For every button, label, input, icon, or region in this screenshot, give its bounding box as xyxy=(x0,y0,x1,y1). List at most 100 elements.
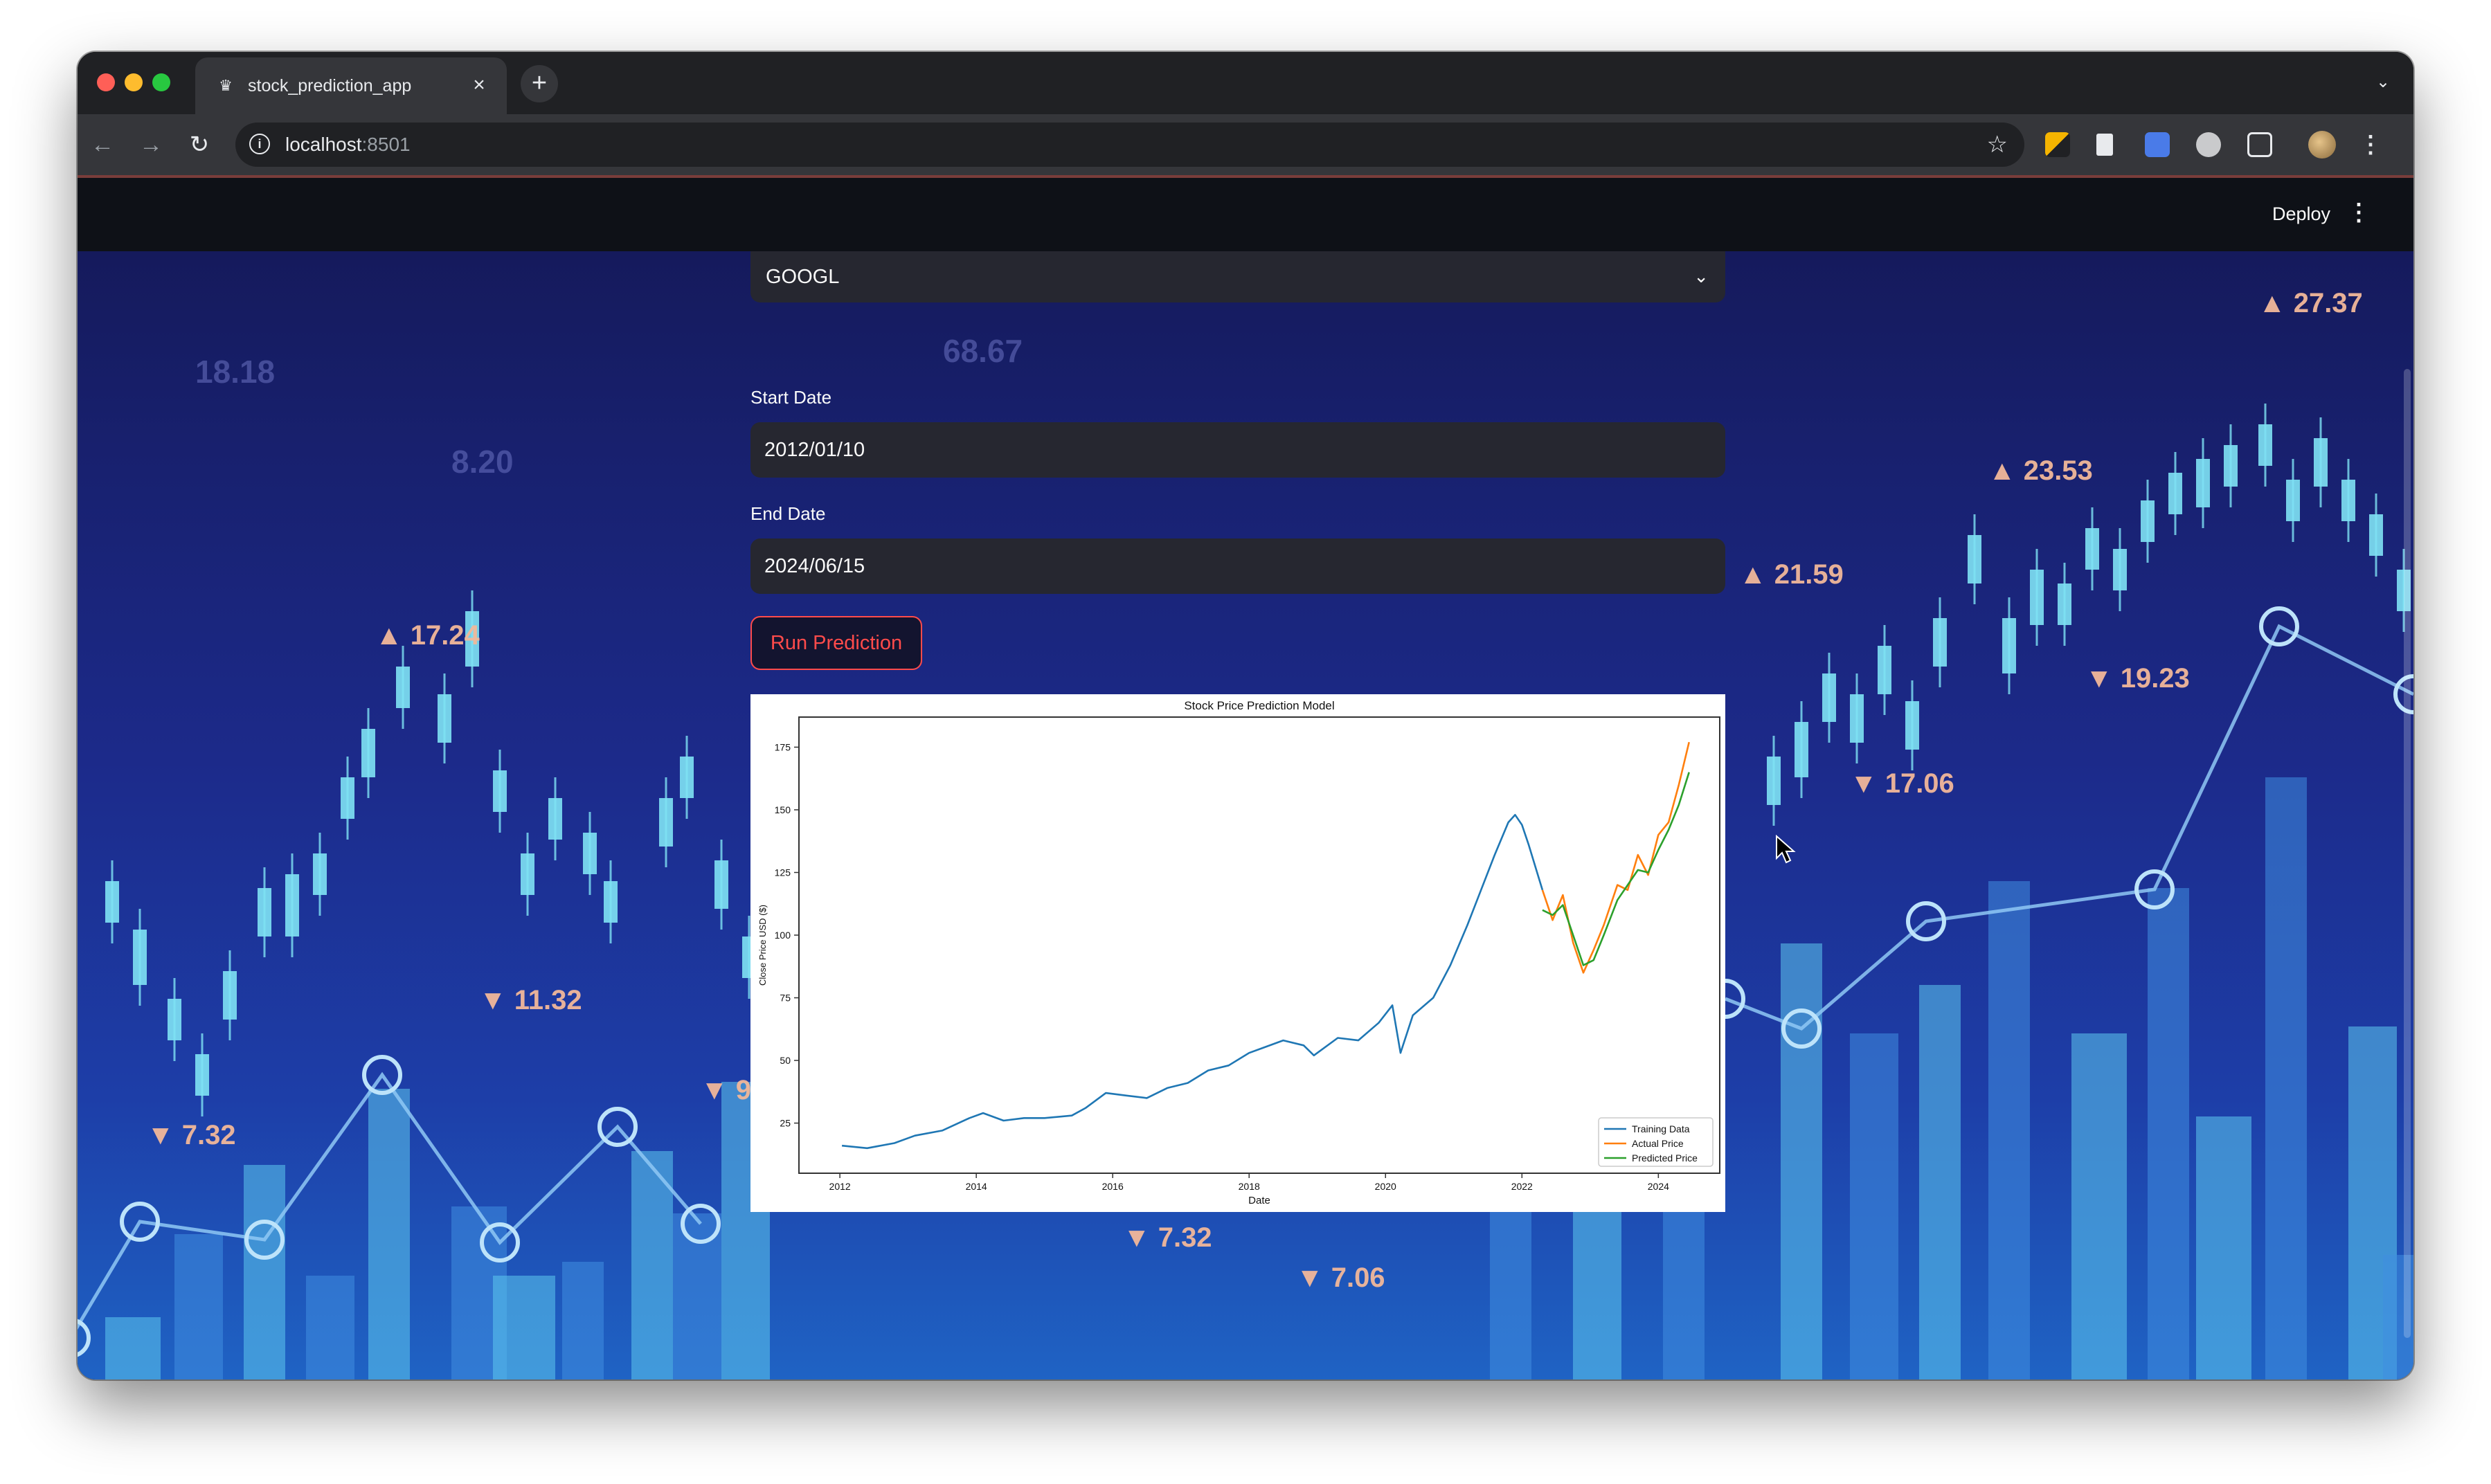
candlestick-body xyxy=(1933,618,1947,667)
candlestick-body xyxy=(1878,646,1891,694)
chart-plot-area xyxy=(798,716,1720,1174)
back-arrow-icon[interactable]: ← xyxy=(83,125,122,164)
reload-icon[interactable]: ↻ xyxy=(180,125,219,164)
forward-arrow-icon[interactable]: → xyxy=(132,125,170,164)
background-price-label: ▲ 27.37 xyxy=(2258,288,2363,318)
candlestick-body xyxy=(168,999,181,1040)
background-price-label: ▼ 9 xyxy=(701,1075,751,1105)
background-price-label: ▼ 7.32 xyxy=(147,1120,236,1150)
background-price-label: 18.18 xyxy=(195,354,275,390)
start-date-input[interactable]: 2012/01/10 xyxy=(750,422,1725,478)
candlestick-body xyxy=(2030,570,2044,625)
candlestick-body xyxy=(1850,694,1864,743)
candlestick-body xyxy=(313,853,327,895)
extension-1-icon[interactable] xyxy=(2045,132,2070,157)
chart-y-tick-label: 125 xyxy=(775,867,791,878)
candlestick-body xyxy=(714,860,728,909)
candlestick-body xyxy=(195,1054,209,1096)
tab-strip: ♛ stock_prediction_app × + ⌄ xyxy=(78,52,2413,114)
chart-legend-label: Actual Price xyxy=(1632,1138,1684,1149)
background-bar xyxy=(2071,1033,2127,1379)
app-main: 68.6718.1868.675.908.20▲ 17.24▼ 11.32▼ 7… xyxy=(78,251,2413,1379)
candlestick-body xyxy=(341,777,354,819)
new-tab-button[interactable]: + xyxy=(521,65,558,102)
candlestick-body xyxy=(438,694,451,743)
candlestick-body xyxy=(1905,701,1919,750)
chart-x-tick-label: 2022 xyxy=(1511,1181,1533,1192)
background-price-label: ▼ 19.23 xyxy=(2085,663,2190,694)
browser-menu-icon[interactable]: ⋮ xyxy=(2358,132,2383,157)
background-bar xyxy=(562,1262,604,1379)
app-header: Deploy ⋮ xyxy=(78,175,2413,254)
run-prediction-button[interactable]: Run Prediction xyxy=(750,616,922,670)
chart-x-axis-label: Date xyxy=(1248,1195,1270,1206)
candlestick-body xyxy=(1968,535,1981,583)
candlestick-body xyxy=(2141,500,2155,542)
candlestick-body xyxy=(133,930,147,985)
candlestick-body xyxy=(361,729,375,777)
chart-x-tick-label: 2024 xyxy=(1648,1181,1669,1192)
app-menu-icon[interactable]: ⋮ xyxy=(2347,199,2371,226)
extension-document-icon[interactable] xyxy=(2096,134,2113,156)
background-bar xyxy=(1919,985,1961,1379)
candlestick-body xyxy=(1767,757,1781,805)
url-text[interactable]: localhost:8501 xyxy=(285,132,411,157)
background-bar xyxy=(493,1276,555,1379)
chart-y-tick-label: 75 xyxy=(780,993,791,1004)
address-bar[interactable]: i localhost:8501 ☆ xyxy=(235,123,2024,167)
background-price-label: ▲ 17.24 xyxy=(375,620,480,651)
ticker-select[interactable]: GOOGL ⌄ xyxy=(750,251,1725,302)
background-price-label: ▼ 7.32 xyxy=(1123,1222,1212,1253)
chart-x-tick-label: 2020 xyxy=(1375,1181,1396,1192)
scrollbar[interactable] xyxy=(2404,369,2411,1338)
candlestick-body xyxy=(2224,445,2238,487)
chart-legend-label: Training Data xyxy=(1632,1123,1690,1134)
deploy-button[interactable]: Deploy xyxy=(2272,200,2330,228)
translate-extension-icon[interactable] xyxy=(2145,132,2170,157)
candlestick-body xyxy=(2168,473,2182,514)
prediction-chart-container: Stock Price Prediction Model Date Close Pr… xyxy=(750,694,1725,1212)
chart-x-tick-label: 2014 xyxy=(966,1181,987,1192)
candlestick-body xyxy=(583,833,597,874)
candlestick-body xyxy=(105,881,119,923)
candlestick-body xyxy=(659,798,673,847)
tab-title: stock_prediction_app xyxy=(248,76,412,96)
maximize-window-button[interactable] xyxy=(152,73,170,91)
candlestick-body xyxy=(2058,583,2071,625)
start-date-value: 2012/01/10 xyxy=(764,439,865,461)
chart-y-tick-label: 100 xyxy=(775,930,791,941)
background-bar xyxy=(244,1165,285,1379)
candlestick-body xyxy=(2258,424,2272,466)
chart-x-tick-label: 2012 xyxy=(829,1181,851,1192)
site-info-icon[interactable]: i xyxy=(249,134,270,154)
candlestick-body xyxy=(2002,618,2016,673)
minimize-window-button[interactable] xyxy=(125,73,143,91)
background-bar xyxy=(2196,1116,2251,1379)
prediction-chart: Stock Price Prediction Model Date Close Pr… xyxy=(757,699,1720,1206)
candlestick-body xyxy=(2369,514,2383,556)
browser-tab[interactable]: ♛ stock_prediction_app × xyxy=(195,57,507,114)
extensions-puzzle-icon[interactable] xyxy=(2247,132,2272,157)
background-price-label: ▼ 11.32 xyxy=(479,985,582,1015)
close-window-button[interactable] xyxy=(97,73,115,91)
background-bar xyxy=(306,1276,354,1379)
end-date-label: End Date xyxy=(750,503,826,524)
profile-avatar[interactable] xyxy=(2308,131,2336,159)
background-bar xyxy=(2265,777,2307,1379)
candlestick-body xyxy=(2341,480,2355,521)
bookmark-star-icon[interactable]: ☆ xyxy=(1987,129,2008,160)
url-port: :8501 xyxy=(361,134,411,155)
background-price-label: ▲ 23.53 xyxy=(1988,455,2093,486)
close-tab-icon[interactable]: × xyxy=(467,73,492,98)
candlestick-body xyxy=(223,971,237,1020)
tab-search-chevron-icon[interactable]: ⌄ xyxy=(2369,69,2397,96)
chart-legend-label: Predicted Price xyxy=(1632,1152,1698,1164)
chart-y-tick-label: 50 xyxy=(780,1055,791,1066)
end-date-input[interactable]: 2024/06/15 xyxy=(750,539,1725,594)
chart-y-tick-label: 150 xyxy=(775,804,791,815)
background-bar xyxy=(1988,881,2030,1379)
extension-circle-icon[interactable] xyxy=(2196,132,2221,157)
background-price-label: 8.20 xyxy=(451,444,514,480)
candlestick-body xyxy=(604,881,618,923)
candlestick-body xyxy=(2085,528,2099,570)
